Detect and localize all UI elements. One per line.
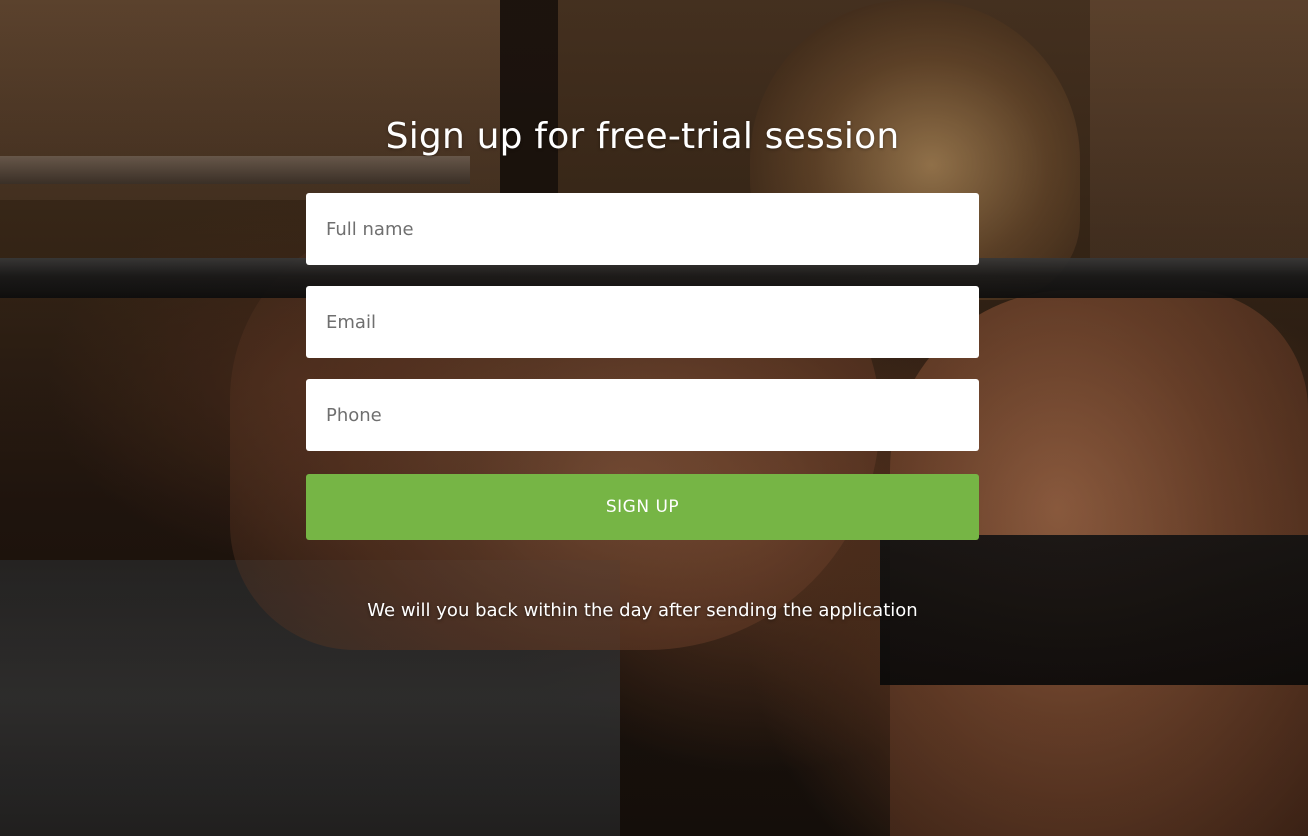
form-note: We will you back within the day after se… xyxy=(367,600,918,621)
sign-up-button[interactable]: SIGN UP xyxy=(306,474,979,540)
full-name-input[interactable] xyxy=(306,193,979,265)
signup-form: Sign up for free-trial session SIGN UP W… xyxy=(306,110,979,624)
background-wall-right xyxy=(1090,0,1308,270)
form-title: Sign up for free-trial session xyxy=(385,116,900,157)
email-input[interactable] xyxy=(306,286,979,358)
phone-input[interactable] xyxy=(306,379,979,451)
